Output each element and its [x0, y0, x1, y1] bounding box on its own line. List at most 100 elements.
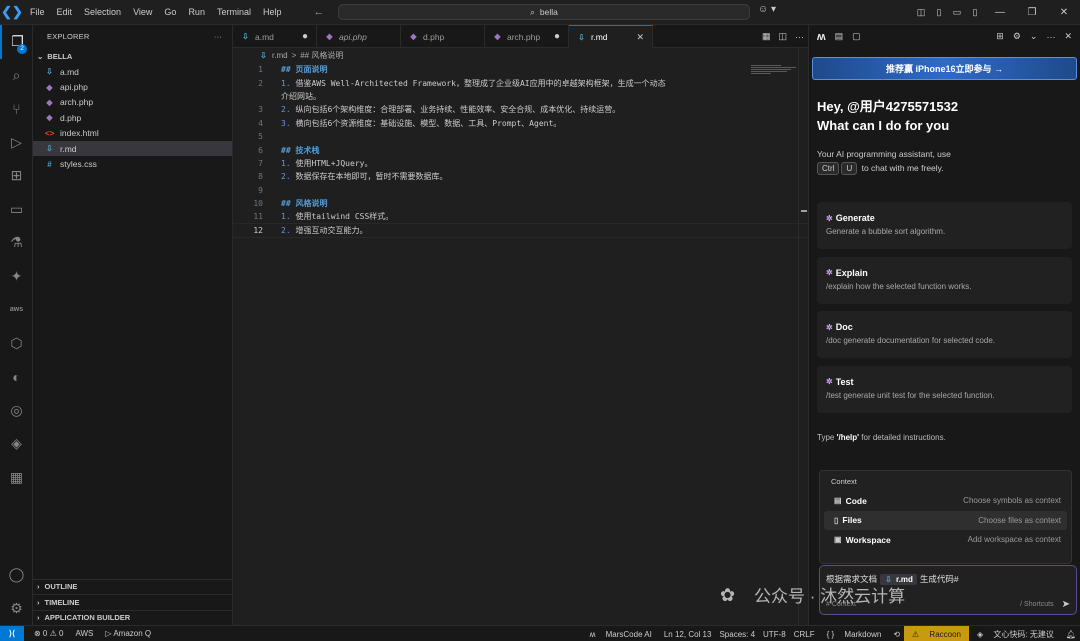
context-workspace[interactable]: ▣ Workspace Add workspace as context [824, 530, 1067, 550]
raccoon-icon[interactable]: ◎ [0, 394, 33, 428]
tab-d-php[interactable]: ◆ d.php [401, 25, 485, 48]
tab-a-md[interactable]: ⇩ a.md ● [233, 25, 317, 48]
markdown-file-icon: ⇩ [46, 67, 53, 77]
vertical-scrollbar[interactable] [798, 48, 808, 625]
command-center-search[interactable]: ⌕ bella [338, 4, 750, 20]
remote-indicator-icon[interactable]: ⟩⟨ [0, 625, 24, 641]
test-card[interactable]: ✲ Test /test generate unit test for the s… [817, 365, 1072, 413]
breadcrumb-file[interactable]: r.md [272, 51, 288, 60]
context-files[interactable]: ▯ Files Choose files as context [824, 510, 1067, 530]
menu-terminal[interactable]: Terminal [211, 7, 257, 17]
more-actions-icon[interactable]: ··· [1046, 32, 1055, 42]
amazonq-status[interactable]: ▷ Amazon Q [101, 629, 155, 638]
doc-card[interactable]: ✲ Doc /doc generate documentation for sel… [817, 311, 1072, 358]
code-line: 8 2. 数据保存在本地即可，暂时不需要数据库。 [233, 170, 808, 183]
code-editor[interactable]: 1 ## 页面说明 2 1. 借鉴AWS Well-Architected Fram… [232, 63, 809, 239]
outline-section[interactable]: › OUTLINE [33, 578, 233, 595]
language-mode[interactable]: { } Markdown [819, 630, 890, 639]
testing-icon[interactable]: ⚗ [0, 226, 33, 260]
encoding[interactable]: UTF-8 [759, 630, 790, 639]
modified-dot-icon[interactable]: ● [554, 31, 560, 42]
extensions-icon[interactable]: ⊞ [0, 159, 33, 193]
settings-gear-icon[interactable]: ⚙ [1013, 31, 1021, 42]
sync-icon[interactable]: ⟲ [889, 630, 904, 639]
search-view-icon[interactable]: ⌕ [0, 59, 33, 93]
application-builder-section[interactable]: › APPLICATION BUILDER [33, 609, 233, 626]
line-text: 介绍网站。 [281, 91, 321, 101]
account-icon[interactable]: ◯ [0, 558, 33, 592]
close-tab-icon[interactable]: ✕ [636, 32, 644, 43]
problems-count[interactable]: ⊗ 0 ⚠ 0 [30, 629, 67, 638]
cursor-position[interactable]: Ln 12, Col 13 [660, 630, 716, 639]
docker-icon[interactable]: ▦ [0, 461, 33, 495]
history-icon[interactable]: ▤ [835, 31, 844, 42]
folder-bella[interactable]: ⌄ BELLA [33, 48, 232, 64]
tab-r-md[interactable]: ⇩ r.md ✕ [569, 25, 653, 48]
send-icon[interactable]: ➤ [1062, 599, 1070, 610]
file-index-html[interactable]: <> index.html [33, 126, 232, 141]
line-text: 纵向包括6个架构维度：合理部署、业务持续、性能效率、安全合规、成本优化、持续运营… [295, 105, 621, 115]
new-chat-icon[interactable]: ⊞ [996, 31, 1004, 42]
copilot-icon[interactable]: ☺ ▾ [758, 4, 776, 15]
menu-run[interactable]: Run [182, 7, 211, 17]
line-ending[interactable]: CRLF [790, 630, 819, 639]
chat-icon[interactable]: ▢ [852, 31, 861, 42]
greeting: Hey, @用户4275571532 What can I do for you [817, 98, 1072, 135]
restore-icon[interactable]: ❐ [1016, 7, 1048, 18]
menu-view[interactable]: View [127, 7, 158, 17]
tab-api-php[interactable]: ◆ api.php [317, 25, 401, 48]
remote-explorer-icon[interactable]: ▭ [0, 193, 33, 227]
promo-banner[interactable]: 推荐赢 iPhone16立即参与 → [812, 57, 1077, 80]
raccoon-status[interactable]: ⚠ Raccoon [904, 626, 969, 641]
layout-icon[interactable]: ◫ [912, 7, 930, 18]
explain-card[interactable]: ✲ Explain /explain how the selected funct… [817, 256, 1072, 304]
open-preview-icon[interactable]: ▦ [762, 31, 771, 42]
marscode-icon[interactable]: ✦ [0, 260, 33, 294]
breadcrumb-section[interactable]: ## 风格说明 [300, 50, 343, 61]
minimize-icon[interactable]: — [984, 7, 1016, 18]
file-styles-css[interactable]: # styles.css [33, 156, 232, 171]
settings-gear-icon[interactable]: ⚙ [0, 592, 33, 626]
menu-help[interactable]: Help [257, 7, 288, 17]
minimap[interactable] [751, 65, 796, 77]
file-r-md[interactable]: ⇩ r.md [33, 140, 232, 157]
wenxin-status[interactable]: ◈ 文心快码: 无建议 [969, 629, 1062, 640]
shortcuts-hint[interactable]: / Shortcuts [1020, 601, 1053, 608]
edge-icon[interactable]: ◐ [0, 360, 33, 394]
toggle-panel-icon[interactable]: ▭ [948, 7, 966, 18]
menu-file[interactable]: File [24, 7, 51, 17]
timeline-section[interactable]: › TIMELINE [33, 594, 233, 610]
wenxin-icon[interactable]: ◈ [0, 427, 33, 461]
menu-edit[interactable]: Edit [51, 7, 79, 17]
file-arch-php[interactable]: ◆ arch.php [33, 95, 232, 110]
aws-icon[interactable]: aws [0, 293, 33, 327]
run-debug-icon[interactable]: ▷ [0, 126, 33, 160]
close-panel-icon[interactable]: ✕ [1064, 31, 1072, 42]
modified-dot-icon[interactable]: ● [302, 31, 308, 42]
source-control-icon[interactable]: ⑂ [0, 92, 33, 126]
file-api-php[interactable]: ◆ api.php [33, 79, 232, 94]
menu-go[interactable]: Go [158, 7, 182, 17]
tab-arch-php[interactable]: ◆ arch.php ● [485, 25, 569, 48]
marscode-status[interactable]: ʍ MarsCode AI [582, 630, 660, 639]
generate-card[interactable]: ✲ Generate Generate a bubble sort algorit… [817, 202, 1072, 249]
explorer-icon[interactable]: ❐ 2 [0, 25, 33, 59]
more-actions-icon[interactable]: ··· [214, 32, 222, 41]
toggle-secondary-sidebar-icon[interactable]: ▯ [966, 7, 984, 18]
line-number: 12 [253, 225, 263, 235]
file-a-md[interactable]: ⇩ a.md [33, 64, 232, 79]
chevron-down-icon[interactable]: ⌄ [1030, 31, 1038, 42]
more-actions-icon[interactable]: ··· [795, 32, 804, 42]
back-arrow-icon[interactable]: ← [313, 6, 324, 18]
context-code[interactable]: ▤ Code Choose symbols as context [824, 491, 1067, 511]
markdown-file-icon: ⇩ [46, 144, 53, 154]
hexagon-icon[interactable]: ⬡ [0, 327, 33, 361]
split-editor-icon[interactable]: ◫ [778, 31, 787, 42]
notifications-bell-icon[interactable]: 🔔︎ [1062, 630, 1080, 639]
aws-status[interactable]: AWS [71, 629, 97, 638]
close-window-icon[interactable]: ✕ [1048, 7, 1080, 18]
menu-selection[interactable]: Selection [78, 7, 127, 17]
indentation[interactable]: Spaces: 4 [715, 630, 759, 639]
file-d-php[interactable]: ◆ d.php [33, 110, 232, 125]
toggle-sidebar-icon[interactable]: ▯ [930, 7, 948, 18]
